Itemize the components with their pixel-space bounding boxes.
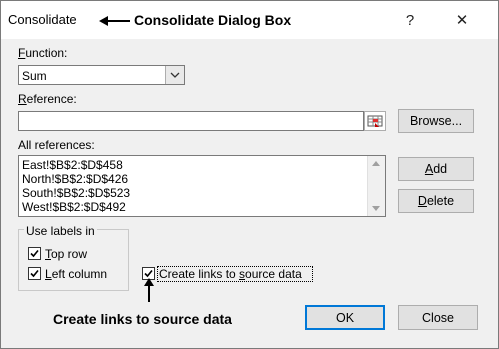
chevron-down-icon[interactable] [165, 66, 184, 84]
title-bar: Consolidate Consolidate Dialog Box ? ✕ [1, 1, 498, 39]
dialog-annotation: Consolidate Dialog Box [134, 12, 292, 28]
left-column-checkbox[interactable] [28, 267, 41, 280]
use-labels-title: Use labels in [24, 224, 97, 238]
top-row-checkbox[interactable] [28, 247, 41, 260]
ok-button[interactable]: OK [305, 305, 385, 330]
links-annotation: Create links to source data [53, 311, 232, 327]
function-select[interactable]: Sum [18, 65, 185, 85]
range-select-icon [367, 115, 383, 127]
close-icon: ✕ [455, 12, 469, 29]
function-value: Sum [22, 69, 47, 83]
annotation-arrow-left-icon [99, 16, 130, 26]
checkmark-icon [30, 249, 39, 258]
help-button[interactable]: ? [390, 5, 430, 35]
scroll-up-icon[interactable] [372, 161, 380, 166]
function-label: Function: [18, 46, 68, 60]
reference-input[interactable] [18, 111, 364, 131]
close-button[interactable]: Close [398, 305, 478, 330]
checkmark-icon [30, 269, 39, 278]
delete-button[interactable]: Delete [398, 189, 474, 213]
list-item[interactable]: North!$B$2:$D$426 [22, 172, 128, 186]
annotation-arrow-line [148, 282, 150, 302]
collapse-dialog-button[interactable] [364, 111, 386, 131]
add-button[interactable]: Add [398, 157, 474, 181]
list-item[interactable]: West!$B$2:$D$492 [22, 200, 126, 214]
list-item[interactable]: East!$B$2:$D$458 [22, 158, 123, 172]
reference-label: Reference: [18, 92, 77, 106]
create-links-label[interactable]: Create links to source data [159, 267, 302, 281]
consolidate-dialog: Consolidate Consolidate Dialog Box ? ✕ F… [0, 0, 499, 349]
left-column-label[interactable]: Left column [45, 267, 107, 281]
close-window-button[interactable]: ✕ [442, 5, 482, 35]
all-references-label: All references: [18, 138, 95, 152]
help-icon: ? [405, 11, 415, 29]
list-scrollbar[interactable] [367, 156, 385, 216]
scroll-down-icon[interactable] [372, 206, 380, 211]
all-references-list[interactable]: East!$B$2:$D$458 North!$B$2:$D$426 South… [18, 155, 386, 217]
dialog-title: Consolidate [8, 12, 77, 27]
browse-button[interactable]: Browse... [398, 109, 474, 133]
top-row-label[interactable]: Top row [45, 247, 87, 261]
list-item[interactable]: South!$B$2:$D$523 [22, 186, 130, 200]
